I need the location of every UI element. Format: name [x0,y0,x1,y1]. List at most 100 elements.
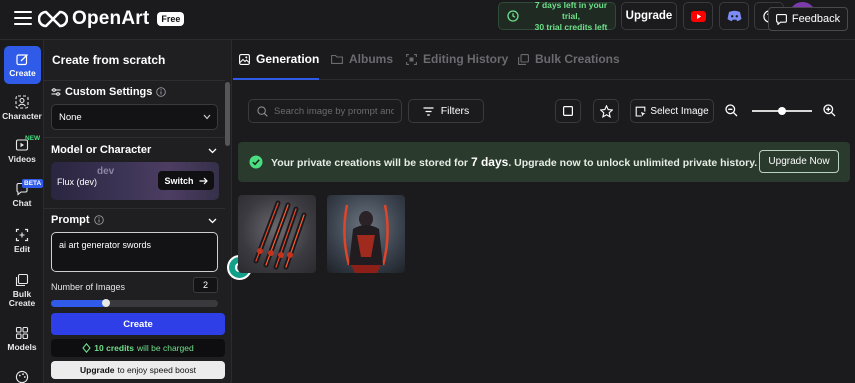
sidebar-item-more[interactable] [0,370,44,383]
divider [44,137,225,138]
zoom-slider-handle[interactable] [778,107,786,115]
num-images-label: Number of Images [51,282,126,292]
models-icon [15,326,29,340]
create-icon [16,53,28,65]
model-section-header[interactable]: Model or Character [51,144,151,156]
banner-text: Your private creations will be stored fo… [271,155,757,169]
trial-status[interactable]: 7 days left in your trial, 30 trial cred… [498,0,616,32]
sidebar-item-label: Videos [8,154,36,164]
sidebar-item-videos[interactable]: NEW Videos [0,135,44,164]
model-card[interactable]: dev Flux (dev) Switch [51,162,219,200]
openart-logo-icon [38,10,68,28]
tab-bar: Generation Albums Editing History Bulk C… [233,40,855,80]
filter-icon [423,106,434,116]
custom-settings-value: None [59,111,82,123]
chevron-down-icon[interactable] [208,148,217,154]
zoom-slider[interactable] [752,107,812,115]
switch-model-button[interactable]: Switch [158,171,214,190]
select-all-checkbox[interactable] [555,99,581,123]
trial-days-text: 7 days left in your trial, [534,0,608,21]
brand-name: OpenArt [72,8,150,29]
top-bar: OpenArt Free 7 days left in your trial, … [0,0,855,40]
sliders-icon [51,88,61,96]
banner-text-post: . Upgrade now to unlock unlimited privat… [508,157,758,169]
search-box[interactable] [248,99,402,123]
filters-label: Filters [440,105,470,117]
sidebar-item-character[interactable]: Character [0,95,44,121]
sidebar-item-label: Create [9,67,36,78]
slider-handle[interactable] [102,299,111,307]
warrior-illustration [343,204,389,273]
bulk-create-icon [15,273,29,287]
prompt-label: Prompt [51,214,90,226]
select-image-button[interactable]: Select Image [630,99,714,123]
select-image-icon [635,106,646,117]
panel-scrollbar[interactable] [225,82,230,146]
model-name: Flux (dev) [57,177,98,187]
speed-rest: to enjoy speed boost [117,365,196,375]
sidebar-item-create[interactable]: Create [4,46,41,84]
num-images-slider[interactable] [51,299,218,307]
sidebar-item-models[interactable]: Models [0,326,44,352]
feedback-label: Feedback [791,13,841,25]
tab-albums[interactable]: Albums [331,52,393,66]
discord-icon [727,10,741,22]
menu-icon[interactable] [14,11,32,25]
speed-upgrade-link[interactable]: Upgrade [80,365,114,375]
diamond-icon [82,343,92,353]
new-badge: NEW [25,135,41,142]
create-panel: Create from scratch Custom Settings None… [44,40,232,383]
divider [44,208,225,209]
favorites-button[interactable] [593,99,619,123]
upgrade-now-button[interactable]: Upgrade Now [759,150,839,173]
panel-title: Create from scratch [52,53,166,67]
upgrade-button[interactable]: Upgrade [621,2,677,30]
arrow-right-icon [199,177,208,184]
generated-image-warrior[interactable] [327,195,405,273]
character-icon [15,95,29,109]
prompt-section-header[interactable]: Prompt [51,214,104,226]
sidebar-item-label: Character [2,111,42,121]
tab-generation[interactable]: Generation [239,52,319,66]
youtube-button[interactable] [683,2,713,30]
feedback-button[interactable]: Feedback [768,7,848,31]
select-image-label: Select Image [650,105,709,117]
tab-editing-history[interactable]: Editing History [406,52,508,66]
sidebar-item-bulk-create[interactable]: Bulk Create [0,273,44,308]
sidebar-item-edit[interactable]: Edit [0,228,44,254]
slider-fill [51,300,107,307]
zoom-out-icon[interactable] [725,104,738,117]
left-sidebar: Create Character NEW Videos BETA Chat Ed… [0,40,44,383]
divider [44,80,225,81]
info-icon[interactable] [93,215,104,225]
model-section-label: Model or Character [51,144,152,156]
tab-bulk-creations[interactable]: Bulk Creations [518,52,620,66]
sidebar-item-chat[interactable]: BETA Chat [0,179,44,208]
trial-credits-text: 30 trial credits left [534,21,608,32]
num-images-input[interactable]: 2 [193,277,218,293]
discord-button[interactable] [719,2,749,30]
feedback-icon [775,13,787,25]
upgrade-banner: Your private creations will be stored fo… [238,142,850,182]
logo[interactable]: OpenArt Free [38,8,185,30]
search-input[interactable] [274,105,394,117]
filters-button[interactable]: Filters [408,99,484,123]
chevron-down-icon[interactable] [208,218,217,224]
banner-text-pre: Your private creations will be stored fo… [271,157,469,169]
sidebar-item-label: Chat [12,198,32,208]
zoom-in-icon[interactable] [823,104,836,117]
clock-icon [507,10,519,22]
image-icon [239,53,250,65]
generated-image-swords[interactable] [238,195,316,273]
speed-boost-notice[interactable]: Upgrade to enjoy speed boost [51,361,225,379]
custom-settings-header[interactable]: Custom Settings [51,86,167,98]
plan-badge: Free [157,12,185,26]
info-icon[interactable] [156,87,167,97]
custom-settings-select[interactable]: None [51,104,218,130]
custom-settings-label: Custom Settings [65,86,153,98]
prompt-input[interactable]: ai art generator swords [51,232,218,272]
star-icon [599,104,613,118]
create-button[interactable]: Create [51,313,225,335]
model-art-text: dev [97,166,115,177]
youtube-icon [690,10,706,22]
